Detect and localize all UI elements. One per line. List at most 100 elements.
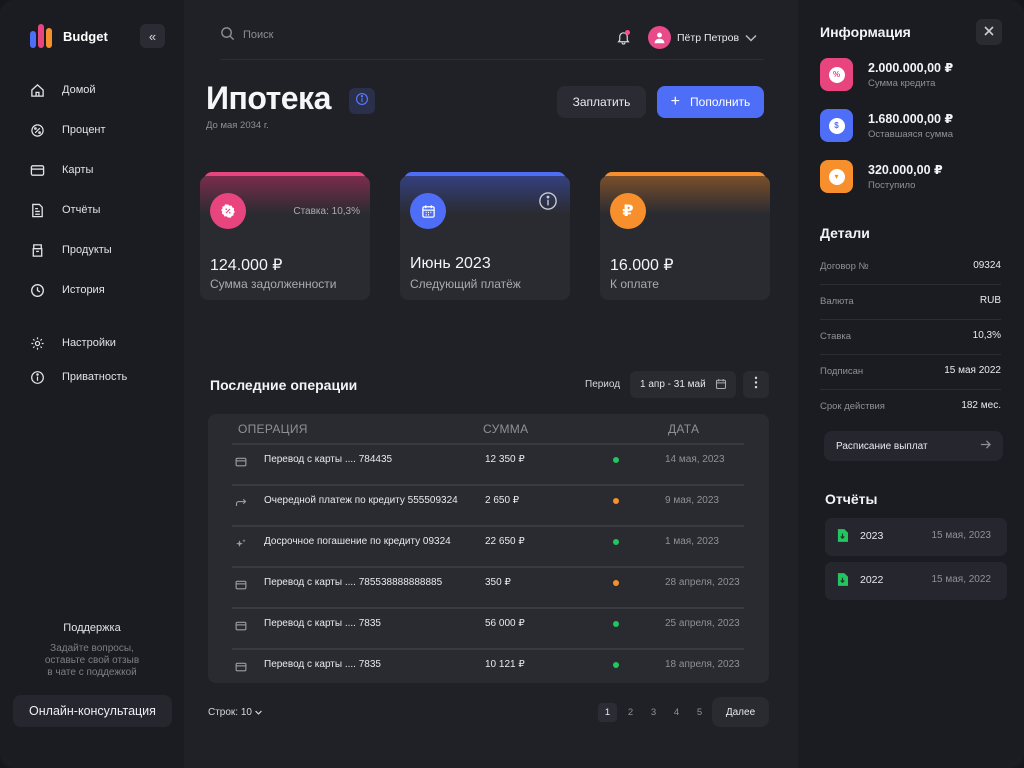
close-panel-button[interactable] bbox=[976, 19, 1002, 45]
status-dot bbox=[613, 498, 619, 504]
next-payment-card[interactable]: Июнь 2023 Следующий платёж bbox=[400, 172, 570, 300]
operation-name: Перевод с карты .... 7835 bbox=[264, 618, 381, 629]
next-page-button[interactable]: Далее bbox=[712, 697, 769, 727]
close-icon bbox=[984, 23, 994, 41]
operation-date: 14 мая, 2023 bbox=[665, 454, 725, 465]
percent-icon: % bbox=[820, 58, 853, 91]
column-header-amount: СУММА bbox=[483, 422, 529, 436]
operation-amount: 350 ₽ bbox=[485, 577, 511, 588]
arrow-right-icon bbox=[980, 439, 991, 453]
payment-schedule-label: Расписание выплат bbox=[836, 440, 928, 452]
operation-name: Перевод с карты .... 7835 bbox=[264, 659, 381, 670]
more-vertical-icon bbox=[754, 376, 758, 394]
support-title: Поддержка bbox=[63, 622, 121, 634]
support-text-line: оставьте свой отзыв bbox=[44, 655, 140, 666]
operation-name: Очередной платеж по кредиту 555509324 bbox=[264, 495, 458, 506]
search-input[interactable]: Поиск bbox=[220, 26, 273, 44]
table-row[interactable]: Перевод с карты .... 7835 56 000 ₽ 25 ап… bbox=[232, 607, 744, 648]
sidebar-item-cards[interactable]: Карты bbox=[28, 150, 112, 190]
to-pay-card[interactable]: ₽ 16.000 ₽ К оплате bbox=[600, 172, 770, 300]
support-text-line: в чате с поддежкой bbox=[47, 667, 137, 678]
report-year: 2023 bbox=[860, 530, 884, 542]
detail-key: Подписан bbox=[820, 366, 864, 377]
sidebar-item-label: История bbox=[62, 284, 105, 296]
page-button-1[interactable]: 1 bbox=[598, 703, 617, 722]
more-options-button[interactable] bbox=[743, 371, 769, 398]
sidebar-item-label: Процент bbox=[62, 124, 106, 136]
table-row[interactable]: Перевод с карты .... 785538888888885 350… bbox=[232, 566, 744, 607]
detail-value: RUB bbox=[979, 295, 1001, 306]
detail-row-currency: Валюта RUB bbox=[820, 285, 1001, 320]
detail-value: 10,3% bbox=[972, 330, 1001, 341]
info-panel-title: Информация bbox=[820, 24, 911, 40]
detail-row-signed: Подписан 15 мая 2022 bbox=[820, 355, 1001, 390]
collapse-sidebar-button[interactable]: « bbox=[140, 24, 165, 48]
diamond-icon: ▾ bbox=[820, 160, 853, 193]
operation-date: 28 апреля, 2023 bbox=[665, 577, 740, 588]
table-row[interactable]: Очередной платеж по кредиту 555509324 2 … bbox=[232, 484, 744, 525]
loan-amount-stat: % 2.000.000,00 ₽ Сумма кредита bbox=[820, 58, 953, 91]
brand[interactable]: Budget bbox=[30, 24, 108, 48]
period-label: Период bbox=[585, 379, 621, 390]
report-item-2022[interactable]: 2022 15 мая, 2022 bbox=[825, 562, 1007, 600]
sidebar-item-reports[interactable]: Отчёты bbox=[28, 190, 112, 230]
payment-schedule-button[interactable]: Расписание выплат bbox=[824, 431, 1003, 461]
sidebar-item-products[interactable]: Продукты bbox=[28, 230, 112, 270]
page-button-4[interactable]: 4 bbox=[667, 703, 686, 722]
top-up-label: Пополнить bbox=[690, 95, 751, 109]
brand-logo-icon bbox=[30, 24, 54, 48]
sidebar-item-history[interactable]: История bbox=[28, 270, 112, 310]
history-icon bbox=[28, 281, 46, 299]
operation-date: 1 мая, 2023 bbox=[665, 536, 719, 547]
support-text-line: Задайте вопросы, bbox=[50, 643, 134, 654]
sidebar-item-label: Продукты bbox=[62, 244, 112, 256]
home-icon bbox=[28, 81, 46, 99]
page-subtitle: До мая 2034 г. bbox=[206, 120, 269, 131]
stat-value: 2.000.000,00 ₽ bbox=[868, 61, 954, 75]
card-body: Ставка: 10,3% 124.000 ₽ Сумма задолженно… bbox=[200, 176, 370, 300]
card-icon bbox=[235, 619, 247, 637]
support-block: Поддержка Задайте вопросы, оставьте свой… bbox=[0, 622, 184, 679]
operation-date: 25 апреля, 2023 bbox=[665, 618, 740, 629]
table-row[interactable]: Перевод с карты .... 7835 10 121 ₽ 18 ап… bbox=[232, 648, 744, 681]
detail-row-term: Срок действия 182 мес. bbox=[820, 390, 1001, 425]
top-up-button[interactable]: + Пополнить bbox=[657, 86, 764, 118]
operation-date: 9 мая, 2023 bbox=[665, 495, 719, 506]
table-row[interactable]: Перевод с карты .... 784435 12 350 ₽ 14 … bbox=[232, 443, 744, 484]
status-dot bbox=[613, 539, 619, 545]
sidebar-item-privacy[interactable]: Приватность bbox=[28, 360, 127, 394]
card-value: 16.000 ₽ bbox=[610, 257, 674, 274]
table-row[interactable]: Досрочное погашение по кредиту 09324 22 … bbox=[232, 525, 744, 566]
page-button-5[interactable]: 5 bbox=[690, 703, 709, 722]
sidebar-item-settings[interactable]: Настройки bbox=[28, 326, 127, 360]
detail-row-contract: Договор № 09324 bbox=[820, 250, 1001, 285]
page-button-2[interactable]: 2 bbox=[621, 703, 640, 722]
online-consultation-button[interactable]: Онлайн-консультация bbox=[13, 695, 172, 727]
detail-key: Ставка bbox=[820, 331, 852, 342]
avatar bbox=[648, 26, 671, 49]
ruble-icon: ₽ bbox=[610, 193, 646, 229]
sidebar-item-home[interactable]: Домой bbox=[28, 70, 112, 110]
rows-per-page-select[interactable]: Строк: 10 bbox=[208, 707, 262, 718]
page-button-3[interactable]: 3 bbox=[644, 703, 663, 722]
sidebar-item-label: Приватность bbox=[62, 371, 128, 383]
info-icon[interactable] bbox=[538, 191, 558, 216]
notifications-button[interactable] bbox=[616, 30, 631, 50]
period-picker[interactable]: 1 апр - 31 май bbox=[630, 371, 736, 398]
operation-amount: 10 121 ₽ bbox=[485, 659, 525, 670]
sidebar-item-percent[interactable]: Процент bbox=[28, 110, 112, 150]
pay-button[interactable]: Заплатить bbox=[557, 86, 646, 118]
debt-card[interactable]: Ставка: 10,3% 124.000 ₽ Сумма задолженно… bbox=[200, 172, 370, 300]
file-download-icon bbox=[837, 529, 848, 547]
double-chevron-left-icon: « bbox=[148, 28, 157, 44]
column-header-operation: ОПЕРАЦИЯ bbox=[238, 422, 308, 436]
page-info-button[interactable] bbox=[349, 88, 375, 114]
user-menu[interactable]: Пётр Петров bbox=[648, 26, 757, 49]
stat-label: Поступило bbox=[868, 180, 916, 191]
gear-icon bbox=[28, 334, 46, 352]
report-item-2023[interactable]: 2023 15 мая, 2023 bbox=[825, 518, 1007, 556]
card-icon bbox=[235, 660, 247, 678]
card-icon bbox=[235, 455, 247, 473]
app-window: Budget « Домой Процент Карты Отчёты Прод… bbox=[0, 0, 1024, 768]
transfer-icon bbox=[235, 496, 247, 514]
